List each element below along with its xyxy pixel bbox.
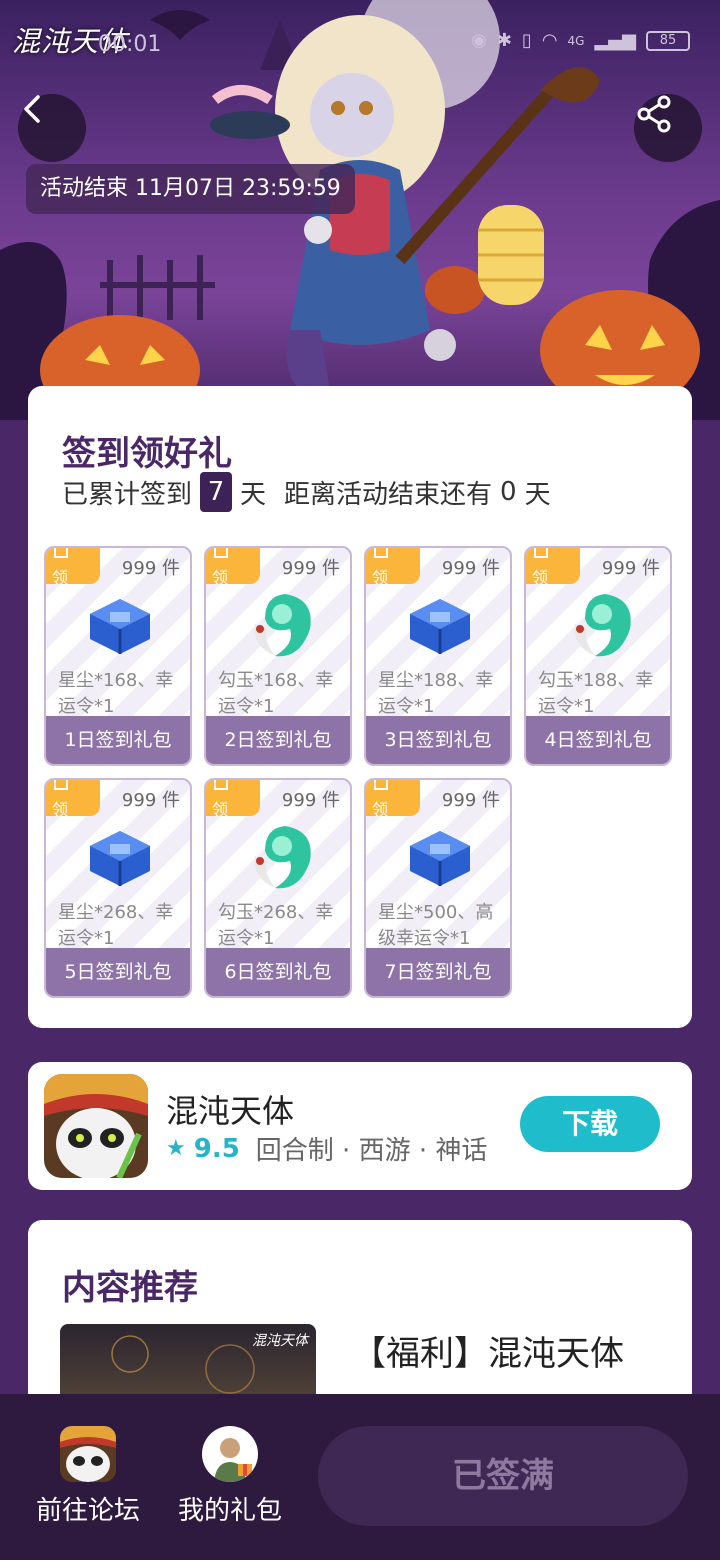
gift-desc: 星尘*268、幸运令*1 [58, 902, 174, 949]
signal-icon: ▂▄▆ [594, 30, 636, 51]
signin-title: 签到领好礼 [62, 434, 232, 474]
summary-prefix: 已累计签到 [62, 479, 193, 510]
gift-label: 1日签到礼包 [46, 716, 190, 764]
gift-label: 3日签到礼包 [366, 716, 510, 764]
gift-desc: 星尘*188、幸运令*1 [378, 670, 494, 717]
signed-full-button[interactable]: 已签满 [318, 1426, 688, 1526]
gift-count: 999 件 [281, 790, 340, 811]
gift-tag: 领 [46, 548, 100, 587]
magatama-icon [254, 826, 311, 889]
wifi-icon: ◠ [541, 30, 558, 51]
gift-desc: 星尘*500、高级幸运令*1 [378, 902, 494, 949]
gift-desc: 勾玉*168、幸运令*1 [218, 670, 334, 717]
bluetooth-icon: ✱ [496, 30, 512, 51]
panda-warrior-icon [44, 1074, 148, 1178]
network-type: 4G [567, 33, 585, 48]
gift-day-4[interactable]: 领 999 件 勾玉*188、幸运令*1 4日签到礼包 [524, 546, 672, 766]
app-name: 混沌天体 [166, 1092, 295, 1130]
thumb-logo: 混沌天体 [252, 1333, 308, 1349]
gift-label: 5日签到礼包 [46, 948, 190, 996]
gift-day-1[interactable]: 领 999 件 星尘*168、幸运令*1 1日签到礼包 [44, 546, 192, 766]
app-tags: 回合制 · 西游 · 神话 [255, 1136, 488, 1166]
gift-label: 2日签到礼包 [206, 716, 350, 764]
eye-icon: ◉ [471, 30, 487, 51]
event-deadline: 活动结束 11月07日 23:59:59 [26, 164, 355, 214]
magatama-icon [574, 594, 631, 657]
gift-desc: 星尘*168、幸运令*1 [58, 670, 174, 717]
gift-tag: 领 [366, 780, 420, 819]
gift-desc: 勾玉*268、幸运令*1 [218, 902, 334, 949]
gift-tag: 领 [206, 548, 260, 587]
gift-count: 999 件 [441, 558, 500, 579]
share-icon [637, 95, 671, 133]
hero-banner: 混沌天体 00:01 ◉ ✱ ▯ ◠ 4G ▂▄▆ 85 活动结束 11月07日… [0, 0, 720, 420]
stardust-chest-icon [410, 599, 470, 654]
chevron-left-icon [24, 95, 40, 123]
magatama-icon [254, 594, 311, 657]
status-time: 00:01 [98, 32, 162, 57]
app-meta: ★ 9.5 回合制 · 西游 · 神话 [166, 1130, 487, 1167]
forum-label: 前往论坛 [35, 1496, 140, 1526]
gift-tag: 领 [206, 780, 260, 819]
gift-count: 999 件 [121, 790, 180, 811]
bottom-bar: 前往论坛 我的礼包 已签满 [0, 1394, 720, 1560]
gift-day-2[interactable]: 领 999 件 勾玉*168、幸运令*1 2日签到礼包 [204, 546, 352, 766]
stardust-chest-icon [410, 831, 470, 886]
stardust-chest-icon [90, 599, 150, 654]
gift-count: 999 件 [121, 558, 180, 579]
days-signed: 7 [200, 472, 233, 512]
gift-tag: 领 [526, 548, 580, 587]
summary-unit: 天 [240, 479, 267, 510]
share-button[interactable] [634, 94, 702, 162]
download-button[interactable]: 下载 [520, 1096, 660, 1152]
gift-count: 999 件 [281, 558, 340, 579]
gift-desc: 勾玉*188、幸运令*1 [538, 670, 654, 717]
gift-day-5[interactable]: 领 999 件 星尘*268、幸运令*1 5日签到礼包 [44, 778, 192, 998]
gift-count: 999 件 [441, 790, 500, 811]
stardust-chest-icon [90, 831, 150, 886]
remaining-days: 0 [500, 477, 517, 507]
status-icons: ◉ ✱ ▯ ◠ 4G ▂▄▆ 85 [471, 30, 690, 51]
battery-icon: 85 [646, 30, 690, 51]
gift-day-3[interactable]: 领 999 件 星尘*188、幸运令*1 3日签到礼包 [364, 546, 512, 766]
gift-label: 6日签到礼包 [206, 948, 350, 996]
gift-label: 7日签到礼包 [366, 948, 510, 996]
app-card[interactable]: 混沌天体 ★ 9.5 回合制 · 西游 · 神话 下载 [28, 1062, 692, 1190]
signin-card: 签到领好礼 已累计签到 7 天 距离活动结束还有 0 天 领 999 件 星尘*… [28, 386, 692, 1028]
recommend-title: 内容推荐 [62, 1268, 198, 1308]
back-button[interactable] [18, 94, 86, 162]
gift-tag: 领 [366, 548, 420, 587]
my-gifts-button[interactable]: 我的礼包 [170, 1426, 290, 1527]
gift-day-7[interactable]: 领 999 件 星尘*500、高级幸运令*1 7日签到礼包 [364, 778, 512, 998]
forum-button[interactable]: 前往论坛 [28, 1426, 148, 1527]
gift-day-6[interactable]: 领 999 件 勾玉*268、幸运令*1 6日签到礼包 [204, 778, 352, 998]
app-icon [44, 1074, 148, 1178]
star-icon: ★ [166, 1136, 186, 1161]
signin-summary: 已累计签到 7 天 距离活动结束还有 0 天 [62, 472, 551, 512]
my-gifts-label: 我的礼包 [177, 1496, 282, 1526]
app-rating: 9.5 [193, 1133, 240, 1164]
remaining-unit: 天 [524, 479, 551, 510]
gift-label: 4日签到礼包 [526, 716, 670, 764]
user-avatar-icon [202, 1426, 258, 1482]
gift-tag: 领 [46, 780, 100, 819]
vibrate-icon: ▯ [521, 30, 532, 51]
gift-count: 999 件 [601, 558, 660, 579]
article-title[interactable]: 【福利】混沌天体 [352, 1328, 672, 1380]
forum-icon [60, 1426, 116, 1482]
remaining-prefix: 距离活动结束还有 [284, 479, 493, 510]
